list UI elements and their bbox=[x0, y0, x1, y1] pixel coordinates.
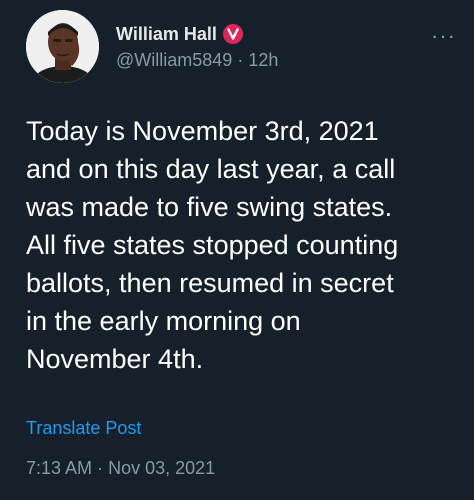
post-time: 7:13 AM bbox=[26, 458, 93, 478]
avatar-photo bbox=[26, 10, 99, 83]
more-options-icon[interactable]: ··· bbox=[431, 25, 456, 47]
handle[interactable]: @William5849 bbox=[116, 50, 232, 70]
post-date: Nov 03, 2021 bbox=[108, 458, 216, 478]
v-badge-icon bbox=[222, 24, 243, 44]
meta-separator: · bbox=[97, 458, 104, 478]
post-timestamp: 7:13 AM · Nov 03, 2021 bbox=[26, 458, 215, 479]
avatar[interactable] bbox=[26, 10, 99, 83]
post-card: William Hall @William5849 · 12h ··· Toda… bbox=[0, 0, 474, 500]
handle-row: @William5849 · 12h bbox=[116, 50, 278, 71]
handle-separator: · bbox=[237, 50, 244, 70]
author-names: William Hall @William5849 · 12h bbox=[116, 22, 278, 71]
display-name[interactable]: William Hall bbox=[116, 24, 217, 45]
post-text: Today is November 3rd, 2021 and on this … bbox=[26, 116, 399, 374]
post-age: 12h bbox=[248, 50, 279, 70]
post-header: William Hall @William5849 · 12h ··· bbox=[26, 10, 466, 86]
translate-post-link[interactable]: Translate Post bbox=[26, 418, 141, 439]
display-name-row: William Hall bbox=[116, 22, 278, 46]
